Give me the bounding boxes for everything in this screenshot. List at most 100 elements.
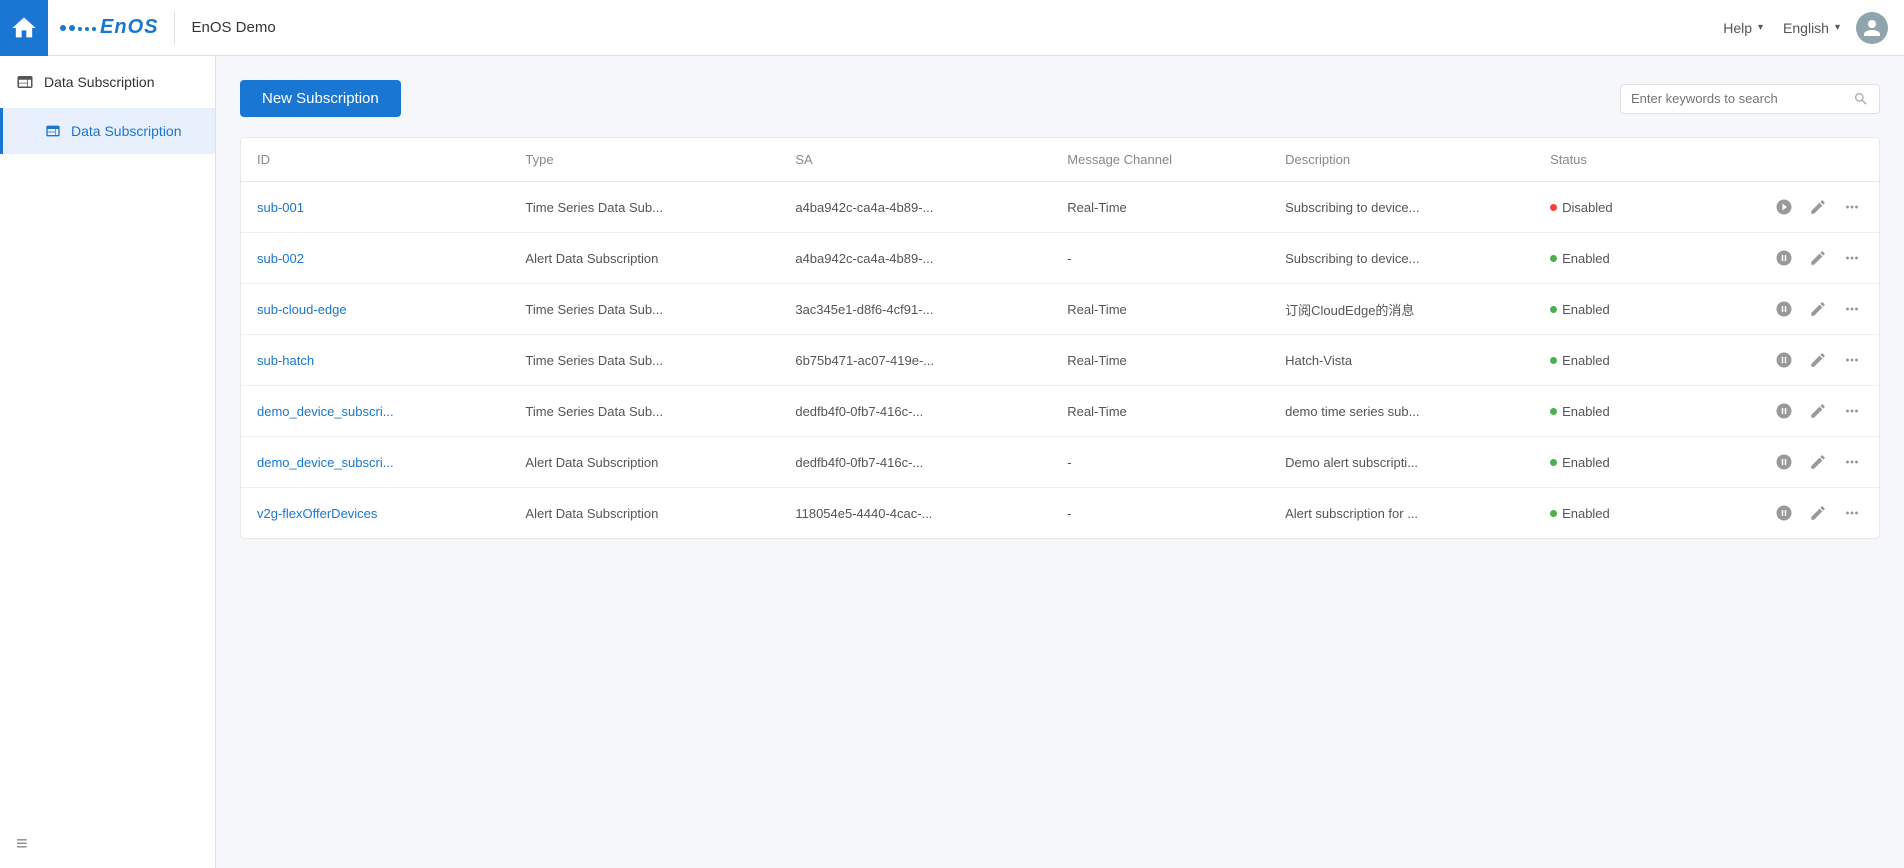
action-icons <box>1701 502 1863 524</box>
topnav: EnOS EnOS Demo Help ▾ English ▾ <box>0 0 1904 56</box>
toolbar: New Subscription <box>240 80 1880 117</box>
status-badge: Enabled <box>1550 353 1610 368</box>
col-sa: SA <box>779 138 1051 182</box>
edit-button[interactable] <box>1807 196 1829 218</box>
cell-id: demo_device_subscri... <box>241 386 509 437</box>
cell-type: Time Series Data Sub... <box>509 284 779 335</box>
cell-sa: dedfb4f0-0fb7-416c-... <box>779 437 1051 488</box>
pause-button[interactable] <box>1773 298 1795 320</box>
cell-sa: a4ba942c-ca4a-4b89-... <box>779 233 1051 284</box>
more-options-button[interactable] <box>1841 298 1863 320</box>
help-menu[interactable]: Help ▾ <box>1723 20 1763 36</box>
table-row: sub-cloud-edge Time Series Data Sub... 3… <box>241 284 1879 335</box>
edit-button[interactable] <box>1807 400 1829 422</box>
cell-actions <box>1685 233 1879 284</box>
lang-label: English <box>1783 20 1829 36</box>
status-label: Enabled <box>1562 455 1610 470</box>
subscription-id-link[interactable]: v2g-flexOfferDevices <box>257 506 377 521</box>
action-icons <box>1701 298 1863 320</box>
table-header-row: ID Type SA Message Channel Description S… <box>241 138 1879 182</box>
sidebar-item-data-subscription[interactable]: Data Subscription <box>0 108 215 154</box>
action-icons <box>1701 400 1863 422</box>
pause-button[interactable] <box>1773 502 1795 524</box>
more-options-button[interactable] <box>1841 196 1863 218</box>
cell-sa: a4ba942c-ca4a-4b89-... <box>779 182 1051 233</box>
status-badge: Enabled <box>1550 251 1610 266</box>
pause-button[interactable] <box>1773 247 1795 269</box>
cell-status: Enabled <box>1534 437 1685 488</box>
edit-button[interactable] <box>1807 349 1829 371</box>
sidebar-group-header[interactable]: Data Subscription <box>0 56 215 108</box>
cell-id: sub-cloud-edge <box>241 284 509 335</box>
table-row: v2g-flexOfferDevices Alert Data Subscrip… <box>241 488 1879 539</box>
status-label: Enabled <box>1562 506 1610 521</box>
play-button[interactable] <box>1773 196 1795 218</box>
cell-actions <box>1685 335 1879 386</box>
status-label: Enabled <box>1562 353 1610 368</box>
home-icon[interactable] <box>0 0 48 56</box>
more-options-button[interactable] <box>1841 247 1863 269</box>
status-label: Enabled <box>1562 251 1610 266</box>
edit-button[interactable] <box>1807 247 1829 269</box>
subscription-id-link[interactable]: demo_device_subscri... <box>257 404 394 419</box>
more-options-button[interactable] <box>1841 451 1863 473</box>
cell-actions <box>1685 182 1879 233</box>
pause-button[interactable] <box>1773 451 1795 473</box>
cell-sa: dedfb4f0-0fb7-416c-... <box>779 386 1051 437</box>
table-row: sub-002 Alert Data Subscription a4ba942c… <box>241 233 1879 284</box>
sidebar-group-data-subscription: Data Subscription Data Subscription <box>0 56 215 154</box>
table-row: sub-001 Time Series Data Sub... a4ba942c… <box>241 182 1879 233</box>
action-icons <box>1701 451 1863 473</box>
new-subscription-button[interactable]: New Subscription <box>240 80 401 117</box>
subscription-id-link[interactable]: sub-cloud-edge <box>257 302 347 317</box>
search-icon <box>1853 91 1869 107</box>
status-dot-icon <box>1550 204 1557 211</box>
cell-type: Time Series Data Sub... <box>509 182 779 233</box>
search-input[interactable] <box>1631 91 1853 106</box>
col-description: Description <box>1269 138 1534 182</box>
cell-actions <box>1685 386 1879 437</box>
more-options-button[interactable] <box>1841 349 1863 371</box>
status-badge: Enabled <box>1550 404 1610 419</box>
cell-status: Enabled <box>1534 233 1685 284</box>
edit-button[interactable] <box>1807 502 1829 524</box>
cell-status: Enabled <box>1534 284 1685 335</box>
pause-button[interactable] <box>1773 400 1795 422</box>
cell-sa: 3ac345e1-d8f6-4cf91-... <box>779 284 1051 335</box>
cell-message-channel: - <box>1051 488 1269 539</box>
sidebar-collapse-icon[interactable]: ≡ <box>16 833 28 855</box>
cell-id: sub-002 <box>241 233 509 284</box>
sidebar: Data Subscription Data Subscription ≡ <box>0 56 216 868</box>
subscription-id-link[interactable]: sub-001 <box>257 200 304 215</box>
status-badge: Enabled <box>1550 506 1610 521</box>
cell-status: Enabled <box>1534 335 1685 386</box>
subscription-id-link[interactable]: demo_device_subscri... <box>257 455 394 470</box>
lang-caret-icon: ▾ <box>1835 22 1840 33</box>
cell-id: v2g-flexOfferDevices <box>241 488 509 539</box>
subscription-id-link[interactable]: sub-002 <box>257 251 304 266</box>
status-badge: Enabled <box>1550 302 1610 317</box>
more-options-button[interactable] <box>1841 400 1863 422</box>
cell-actions <box>1685 437 1879 488</box>
status-dot-icon <box>1550 459 1557 466</box>
edit-button[interactable] <box>1807 298 1829 320</box>
cell-description: Demo alert subscripti... <box>1269 437 1534 488</box>
subscription-id-link[interactable]: sub-hatch <box>257 353 314 368</box>
cell-message-channel: Real-Time <box>1051 182 1269 233</box>
action-icons <box>1701 247 1863 269</box>
edit-button[interactable] <box>1807 451 1829 473</box>
cell-description: Hatch-Vista <box>1269 335 1534 386</box>
status-label: Enabled <box>1562 404 1610 419</box>
cell-id: sub-hatch <box>241 335 509 386</box>
col-type: Type <box>509 138 779 182</box>
cell-status: Enabled <box>1534 488 1685 539</box>
language-menu[interactable]: English ▾ <box>1783 20 1840 36</box>
cell-description: Alert subscription for ... <box>1269 488 1534 539</box>
col-actions <box>1685 138 1879 182</box>
user-avatar[interactable] <box>1856 12 1888 44</box>
more-options-button[interactable] <box>1841 502 1863 524</box>
pause-button[interactable] <box>1773 349 1795 371</box>
cell-description: Subscribing to device... <box>1269 233 1534 284</box>
cell-type: Alert Data Subscription <box>509 233 779 284</box>
cell-description: Subscribing to device... <box>1269 182 1534 233</box>
